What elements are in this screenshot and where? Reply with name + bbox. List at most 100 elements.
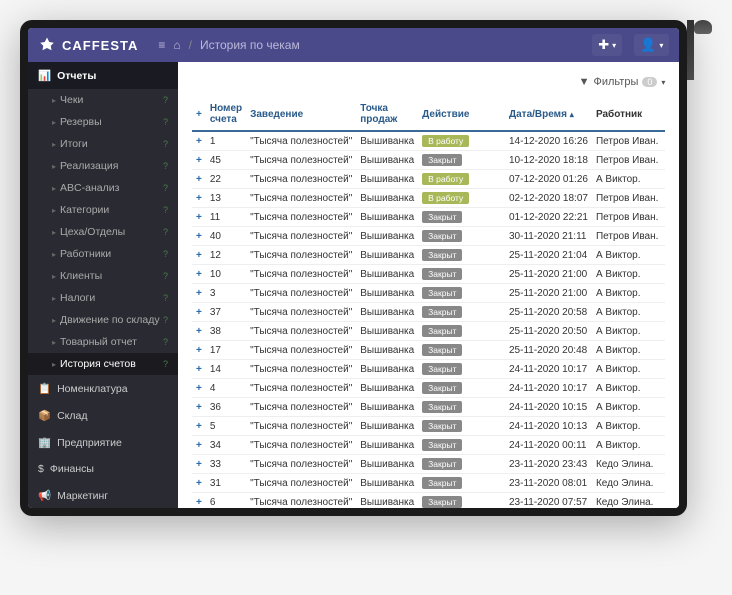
chevron-down-icon: ▾ (661, 78, 665, 87)
help-icon[interactable]: ? (163, 139, 168, 149)
table-row[interactable]: + 38 "Тысяча полезностей" Вышиванка Закр… (192, 322, 665, 341)
table-row[interactable]: + 10 "Тысяча полезностей" Вышиванка Закр… (192, 265, 665, 284)
sidebar-item[interactable]: ▸Товарный отчет? (28, 331, 178, 353)
help-icon[interactable]: ? (163, 227, 168, 237)
help-icon[interactable]: ? (163, 183, 168, 193)
help-icon[interactable]: ? (163, 293, 168, 303)
sidebar-item[interactable]: ▸Движение по складу? (28, 309, 178, 331)
table-row[interactable]: + 5 "Тысяча полезностей" Вышиванка Закры… (192, 417, 665, 436)
col-pos[interactable]: Точка продаж (356, 98, 418, 131)
help-icon[interactable]: ? (163, 161, 168, 171)
table-header-row: + Номер счета Заведение Точка продаж Дей… (192, 98, 665, 131)
sidebar-item[interactable]: ▸Резервы? (28, 111, 178, 133)
sidebar-group[interactable]: 📢Маркетинг (28, 482, 178, 508)
cell-number: 1 (206, 131, 246, 151)
help-icon[interactable]: ? (163, 337, 168, 347)
sidebar-item[interactable]: ▸ABC-анализ? (28, 177, 178, 199)
table-row[interactable]: + 17 "Тысяча полезностей" Вышиванка Закр… (192, 341, 665, 360)
table-row[interactable]: + 45 "Тысяча полезностей" Вышиванка Закр… (192, 151, 665, 170)
sidebar-item[interactable]: ▸Цеха/Отделы? (28, 221, 178, 243)
menu-toggle-icon[interactable]: ≡ (158, 38, 165, 52)
help-icon[interactable]: ? (163, 95, 168, 105)
help-icon[interactable]: ? (163, 249, 168, 259)
help-icon[interactable]: ? (163, 359, 168, 369)
table-row[interactable]: + 12 "Тысяча полезностей" Вышиванка Закр… (192, 246, 665, 265)
expand-row[interactable]: + (192, 360, 206, 379)
expand-row[interactable]: + (192, 284, 206, 303)
sidebar-item-label: Резервы (60, 116, 102, 128)
cell-pos: Вышиванка (356, 341, 418, 360)
table-row[interactable]: + 11 "Тысяча полезностей" Вышиванка Закр… (192, 208, 665, 227)
sidebar-group[interactable]: $Финансы (28, 456, 178, 482)
expand-row[interactable]: + (192, 474, 206, 493)
sidebar-item[interactable]: ▸Налоги? (28, 287, 178, 309)
table-row[interactable]: + 4 "Тысяча полезностей" Вышиванка Закры… (192, 379, 665, 398)
sidebar-item[interactable]: ▸История счетов? (28, 353, 178, 375)
expand-row[interactable]: + (192, 265, 206, 284)
table-row[interactable]: + 40 "Тысяча полезностей" Вышиванка Закр… (192, 227, 665, 246)
action-badge: В работу (422, 173, 469, 185)
col-worker[interactable]: Работник (592, 98, 665, 131)
cell-datetime: 24-11-2020 10:15 (505, 398, 592, 417)
home-icon[interactable]: ⌂ (173, 38, 180, 52)
brand-logo[interactable]: CAFFESTA (38, 36, 138, 54)
table-row[interactable]: + 37 "Тысяча полезностей" Вышиванка Закр… (192, 303, 665, 322)
sidebar-item[interactable]: ▸Работники? (28, 243, 178, 265)
cell-worker: А Виктор. (592, 246, 665, 265)
sidebar-group[interactable]: 🏢Предприятие (28, 429, 178, 456)
user-menu[interactable]: 👤 ▾ (634, 34, 669, 56)
sidebar-item[interactable]: ▸Чеки? (28, 89, 178, 111)
expand-row[interactable]: + (192, 417, 206, 436)
sidebar-item[interactable]: ▸Итоги? (28, 133, 178, 155)
sidebar-item[interactable]: ▸Категории? (28, 199, 178, 221)
expand-row[interactable]: + (192, 170, 206, 189)
help-icon[interactable]: ? (163, 205, 168, 215)
expand-row[interactable]: + (192, 208, 206, 227)
filter-toggle[interactable]: ▼ Фильтры 0 ▾ (192, 72, 665, 98)
sidebar-item-label: Движение по складу (60, 314, 160, 326)
expand-row[interactable]: + (192, 227, 206, 246)
table-row[interactable]: + 13 "Тысяча полезностей" Вышиванка В ра… (192, 189, 665, 208)
sidebar-group[interactable]: 📦Склад (28, 402, 178, 429)
col-action[interactable]: Действие (418, 98, 505, 131)
cell-venue: "Тысяча полезностей" (246, 360, 356, 379)
expand-row[interactable]: + (192, 303, 206, 322)
add-button[interactable]: ✚ ▾ (592, 34, 622, 56)
sidebar-item[interactable]: ▸Клиенты? (28, 265, 178, 287)
table-row[interactable]: + 1 "Тысяча полезностей" Вышиванка В раб… (192, 131, 665, 151)
sidebar-header-reports[interactable]: 📊 Отчеты (28, 62, 178, 89)
expand-row[interactable]: + (192, 341, 206, 360)
col-number[interactable]: Номер счета (206, 98, 246, 131)
expand-row[interactable]: + (192, 151, 206, 170)
expand-row[interactable]: + (192, 436, 206, 455)
col-venue[interactable]: Заведение (246, 98, 356, 131)
help-icon[interactable]: ? (163, 271, 168, 281)
expand-row[interactable]: + (192, 131, 206, 151)
sidebar-group[interactable]: 📋Номенклатура (28, 375, 178, 402)
expand-row[interactable]: + (192, 398, 206, 417)
help-icon[interactable]: ? (163, 315, 168, 325)
expand-row[interactable]: + (192, 493, 206, 509)
cell-pos: Вышиванка (356, 474, 418, 493)
cell-action: Закрыт (418, 341, 505, 360)
table-row[interactable]: + 14 "Тысяча полезностей" Вышиванка Закр… (192, 360, 665, 379)
expand-row[interactable]: + (192, 379, 206, 398)
help-icon[interactable]: ? (163, 117, 168, 127)
sidebar-item[interactable]: ▸Реализация? (28, 155, 178, 177)
col-datetime[interactable]: Дата/Время ▴ (505, 98, 592, 131)
expand-row[interactable]: + (192, 322, 206, 341)
chevron-right-icon: ▸ (52, 272, 56, 281)
table-row[interactable]: + 22 "Тысяча полезностей" Вышиванка В ра… (192, 170, 665, 189)
col-expand[interactable]: + (192, 98, 206, 131)
expand-row[interactable]: + (192, 246, 206, 265)
table-row[interactable]: + 36 "Тысяча полезностей" Вышиванка Закр… (192, 398, 665, 417)
table-row[interactable]: + 34 "Тысяча полезностей" Вышиванка Закр… (192, 436, 665, 455)
table-row[interactable]: + 6 "Тысяча полезностей" Вышиванка Закры… (192, 493, 665, 509)
expand-row[interactable]: + (192, 455, 206, 474)
table-row[interactable]: + 3 "Тысяча полезностей" Вышиванка Закры… (192, 284, 665, 303)
cell-venue: "Тысяча полезностей" (246, 265, 356, 284)
table-row[interactable]: + 33 "Тысяча полезностей" Вышиванка Закр… (192, 455, 665, 474)
expand-row[interactable]: + (192, 189, 206, 208)
chevron-right-icon: ▸ (52, 250, 56, 259)
table-row[interactable]: + 31 "Тысяча полезностей" Вышиванка Закр… (192, 474, 665, 493)
